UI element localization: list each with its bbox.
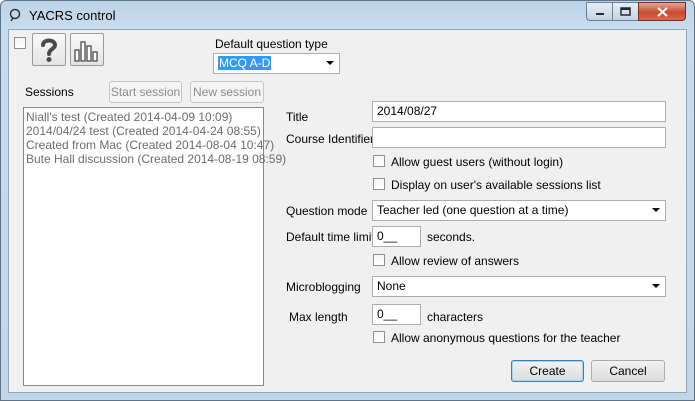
title-input[interactable]: 2014/08/27 [372, 101, 666, 122]
time-limit-unit: seconds. [427, 230, 476, 244]
bar-chart-icon [74, 40, 98, 62]
max-length-input[interactable]: 0__ [372, 304, 421, 325]
cancel-button[interactable]: Cancel [591, 360, 665, 382]
app-icon [9, 8, 21, 22]
client-area: Default question type MCQ A-D Sessions S… [8, 29, 687, 393]
title-label: Title [286, 110, 309, 124]
max-length-label: Max length [289, 310, 348, 324]
close-button[interactable] [638, 2, 686, 21]
chart-button[interactable] [70, 33, 104, 66]
question-mark-icon [41, 38, 58, 62]
start-session-button[interactable]: Start session [109, 81, 182, 103]
list-item[interactable]: Niall's test (Created 2014-04-09 10:09) [24, 110, 263, 124]
list-item[interactable]: 2014/04/24 test (Created 2014-04-24 08:5… [24, 124, 263, 138]
app-window: YACRS control Default question type MCQ … [0, 0, 695, 401]
course-identifier-input[interactable] [372, 127, 666, 148]
sessions-label: Sessions [25, 85, 74, 99]
max-length-unit: characters [427, 310, 484, 324]
list-item[interactable]: Created from Mac (Created 2014-08-04 10:… [24, 138, 274, 152]
minimize-button[interactable] [586, 2, 613, 21]
time-limit-label: Default time limit [286, 230, 375, 244]
question-type-value: MCQ A-D [218, 56, 272, 70]
window-title: YACRS control [29, 8, 116, 23]
question-type-select[interactable]: MCQ A-D [213, 53, 340, 74]
allow-guest-label: Allow guest users (without login) [391, 155, 564, 169]
list-item[interactable]: Bute Hall discussion (Created 2014-08-19… [24, 152, 286, 166]
minimize-icon [595, 12, 604, 15]
maximize-button[interactable] [612, 2, 639, 21]
question-mode-value: Teacher led (one question at a time) [377, 203, 569, 217]
allow-review-label: Allow review of answers [391, 254, 520, 268]
question-mode-label: Question mode [286, 204, 368, 218]
toolbar-checkbox[interactable] [14, 37, 26, 49]
microblogging-label: Microblogging [286, 280, 361, 294]
question-mode-select[interactable]: Teacher led (one question at a time) [372, 200, 666, 221]
anonymous-questions-label: Allow anonymous questions for the teache… [391, 331, 621, 345]
chevron-down-icon [652, 208, 660, 212]
microblogging-select[interactable]: None [372, 276, 666, 297]
create-button[interactable]: Create [511, 360, 584, 382]
course-identifier-label: Course Identifier [286, 132, 375, 146]
allow-guest-checkbox[interactable] [373, 155, 385, 167]
display-sessions-label: Display on user's available sessions lis… [391, 178, 601, 192]
display-sessions-checkbox[interactable] [373, 178, 385, 190]
sessions-list[interactable]: Niall's test (Created 2014-04-09 10:09) … [23, 107, 286, 386]
microblogging-value: None [377, 279, 406, 293]
new-session-button[interactable]: New session [190, 81, 264, 103]
title-bar[interactable]: YACRS control [1, 1, 694, 29]
time-limit-input[interactable]: 0__ [372, 226, 421, 247]
help-button[interactable] [32, 33, 66, 66]
allow-review-checkbox[interactable] [373, 254, 385, 266]
chevron-down-icon [326, 61, 334, 65]
chevron-down-icon [652, 284, 660, 288]
anonymous-questions-checkbox[interactable] [373, 331, 385, 343]
close-icon [656, 6, 668, 17]
maximize-icon [620, 7, 631, 16]
question-type-label: Default question type [215, 37, 328, 51]
